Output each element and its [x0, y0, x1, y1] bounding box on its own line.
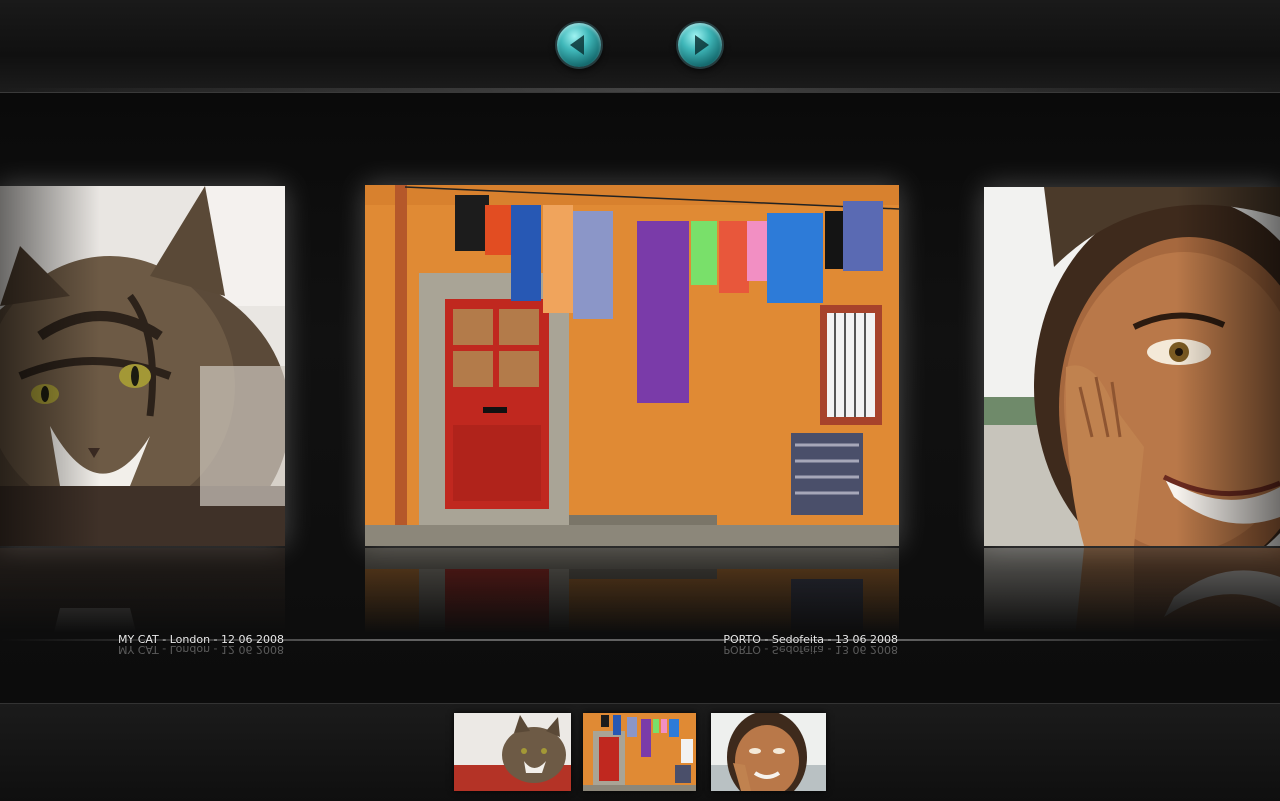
- previous-button[interactable]: [557, 23, 601, 67]
- arrow-left-icon: [570, 35, 584, 55]
- photo-porto-caption-reflection: PORTO - Sedofeita - 13 06 2008: [723, 643, 898, 656]
- photo-girl[interactable]: [984, 187, 1280, 546]
- thumbnail-porto[interactable]: [583, 713, 696, 791]
- next-button[interactable]: [678, 23, 722, 67]
- thumbnail-cat[interactable]: [454, 713, 571, 791]
- arrow-right-icon: [695, 35, 709, 55]
- thumbnail-girl[interactable]: [711, 713, 826, 791]
- top-toolbar: [0, 0, 1280, 93]
- photo-cat-caption-reflection: MY CAT - London - 12 06 2008: [117, 643, 284, 656]
- toolbar-highlight: [0, 88, 1280, 92]
- photo-girl-reflection: [984, 548, 1280, 648]
- photo-cat[interactable]: [0, 186, 285, 546]
- photo-porto[interactable]: [365, 185, 899, 546]
